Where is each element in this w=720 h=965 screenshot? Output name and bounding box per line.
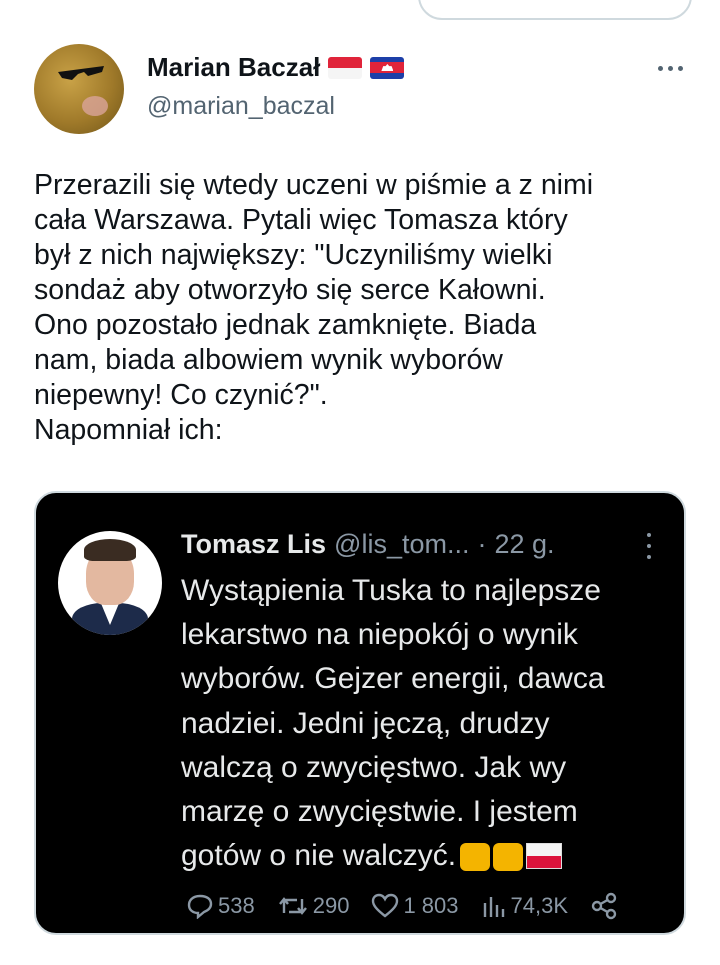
repost-icon xyxy=(278,897,307,915)
top-edge xyxy=(0,0,720,20)
heart-icon xyxy=(372,893,399,918)
share-stat xyxy=(590,892,618,920)
flag-cambodia-icon xyxy=(370,56,405,79)
flag-poland-icon xyxy=(526,843,563,870)
embedded-emojis xyxy=(460,843,563,872)
repost-count: 290 xyxy=(312,893,350,918)
analytics-icon xyxy=(483,897,504,917)
embedded-time: 22 g. xyxy=(494,529,555,559)
embedded-handle: @lis_tom... xyxy=(334,529,470,559)
embedded-action-bar: 538 290 1 803 74,3K xyxy=(186,891,684,921)
more-options-icon[interactable] xyxy=(652,58,688,78)
like-count: 1 803 xyxy=(403,893,459,918)
embedded-avatar xyxy=(58,531,162,635)
embedded-more-icon xyxy=(642,533,656,559)
embedded-text: Wystąpienia Tuska to najlepsze lekarstwo… xyxy=(181,569,671,878)
follow-button-partial[interactable] xyxy=(418,0,692,20)
flexed-biceps-icon xyxy=(460,843,491,872)
tweet-text: Przerazili się wtedy uczeni w piśmie a z… xyxy=(34,169,594,446)
embedded-text-body: Wystąpienia Tuska to najlepsze lekarstwo… xyxy=(181,574,605,873)
tweet-header: Marian Baczał @marian_baczal xyxy=(0,38,720,138)
cropped-top-element xyxy=(136,0,196,2)
like-stat: 1 803 xyxy=(371,893,459,919)
display-name[interactable]: Marian Baczał xyxy=(147,52,320,83)
embedded-header: Tomasz Lis @lis_tom... · 22 g. xyxy=(181,529,555,560)
reply-stat: 538 xyxy=(186,893,255,919)
embedded-display-name: Tomasz Lis xyxy=(181,529,327,559)
embedded-tweet-screenshot[interactable]: Tomasz Lis @lis_tom... · 22 g. Wystąpien… xyxy=(34,491,686,935)
sunglasses-icon xyxy=(58,66,104,80)
flag-indonesia-icon xyxy=(328,56,363,79)
tongue-shape xyxy=(82,96,108,116)
view-count: 74,3K xyxy=(510,893,569,918)
views-stat: 74,3K xyxy=(481,893,569,919)
share-icon xyxy=(591,892,617,920)
repost-stat: 290 xyxy=(277,893,350,919)
avatar[interactable] xyxy=(34,44,124,134)
name-row: Marian Baczał xyxy=(147,52,405,83)
user-handle[interactable]: @marian_baczal xyxy=(147,92,335,121)
reply-icon xyxy=(187,894,213,919)
embedded-separator: · xyxy=(477,529,487,559)
thumbs-up-icon xyxy=(493,843,524,872)
reply-count: 538 xyxy=(218,893,255,918)
